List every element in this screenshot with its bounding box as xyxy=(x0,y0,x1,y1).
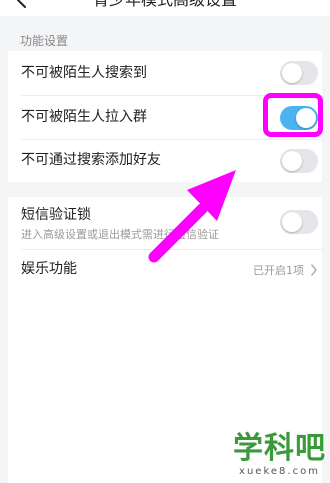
chevron-right-icon xyxy=(311,264,317,276)
search-add-friend-toggle[interactable] xyxy=(280,149,318,173)
watermark: 学科吧 xueke8.com xyxy=(232,432,327,478)
setting-label: 不可被陌生人拉入群 xyxy=(21,109,147,125)
section-title: 功能设置 xyxy=(20,34,69,48)
entertainment-value: 已开启1项 xyxy=(253,264,304,277)
page-title: 青少年模式高级设置 xyxy=(0,0,330,9)
toggle-knob xyxy=(282,151,302,171)
setting-row-stranger-search[interactable]: 不可被陌生人搜索到 xyxy=(8,51,322,95)
setting-label: 不可被陌生人搜索到 xyxy=(21,65,147,81)
setting-label: 娱乐功能 xyxy=(21,261,77,277)
toggle-knob xyxy=(282,63,302,83)
toggle-knob xyxy=(282,212,302,232)
screen: 青少年模式高级设置 功能设置 不可被陌生人搜索到 不可被陌生人拉入群 不可通过搜… xyxy=(0,0,330,483)
highlight-box xyxy=(263,93,323,137)
watermark-url: xueke8.com xyxy=(239,466,320,477)
setting-label: 短信验证锁 xyxy=(21,207,91,223)
stranger-search-toggle[interactable] xyxy=(280,61,318,85)
pointer-arrow-icon xyxy=(148,170,236,263)
nav-bar: 青少年模式高级设置 xyxy=(0,0,330,16)
watermark-logo: 学科吧 xyxy=(233,431,326,466)
sms-lock-toggle[interactable] xyxy=(280,210,318,234)
